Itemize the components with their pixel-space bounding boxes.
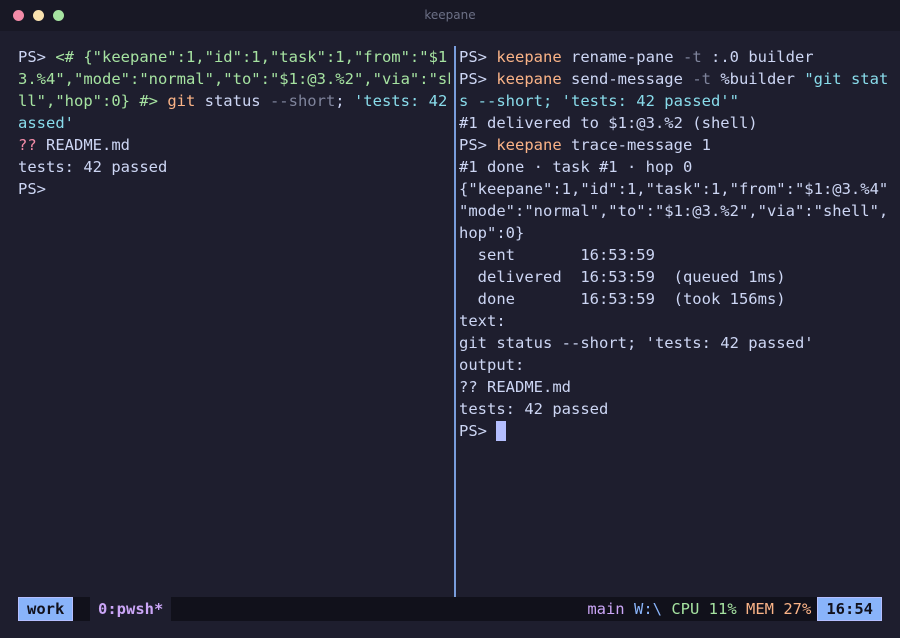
line-segment-flag: -t xyxy=(692,70,711,88)
terminal-line: 3.%4","mode":"normal","to":"$1:@3.%2","v… xyxy=(18,68,450,90)
line-segment-cmd: keepane xyxy=(496,136,562,154)
line-segment-text: done 16:53:59 (took 156ms) xyxy=(459,290,786,308)
terminal-line: s --short; 'tests: 42 passed'" xyxy=(459,90,889,112)
terminal-line: {"keepane":1,"id":1,"task":1,"from":"$1:… xyxy=(459,178,889,200)
terminal-line: PS> keepane trace-message 1 xyxy=(459,134,889,156)
cpu-usage: CPU 11% xyxy=(671,600,737,618)
line-segment-cmd: keepane xyxy=(496,70,562,88)
pane-divider[interactable] xyxy=(454,46,456,597)
terminal-line: hop":0} xyxy=(459,222,889,244)
line-segment-text: README.md xyxy=(36,136,130,154)
line-segment-text: text: xyxy=(459,312,506,330)
line-segment-prompt: PS> xyxy=(18,48,56,66)
line-segment-text: #1 delivered to $1:@3.%2 (shell) xyxy=(459,114,758,132)
status-right: main W:\ CPU 11% MEM 27% 16:54 xyxy=(587,597,882,621)
window-tab-active[interactable]: 0:pwsh* xyxy=(90,597,172,621)
line-segment-text: rename-pane xyxy=(561,48,683,66)
line-segment-prompt: PS> xyxy=(459,48,497,66)
left-terminal-pane[interactable]: PS> <# {"keepane":1,"id":1,"task":1,"fro… xyxy=(18,46,450,594)
line-segment-text2: ; xyxy=(335,92,354,110)
line-segment-str: assed' xyxy=(18,114,74,132)
line-segment-text: ?? README.md xyxy=(459,378,571,396)
line-segment-prompt: PS> xyxy=(459,136,497,154)
right-terminal-pane[interactable]: PS> keepane rename-pane -t :.0 builder PS… xyxy=(459,46,889,594)
terminal-line: #1 done · task #1 · hop 0 xyxy=(459,156,889,178)
clock: 16:54 xyxy=(817,597,882,621)
line-segment-text: trace-message 1 xyxy=(561,136,711,154)
terminal-line: ?? README.md xyxy=(18,134,450,156)
current-path: W:\ xyxy=(633,600,662,618)
title-bar: keepane xyxy=(0,0,900,31)
line-segment-text: status xyxy=(195,92,261,110)
line-segment-text: #1 done · task #1 · hop 0 xyxy=(459,158,693,176)
line-segment-text: hop":0} xyxy=(459,224,525,242)
terminal-line: delivered 16:53:59 (queued 1ms) xyxy=(459,266,889,288)
line-segment-text: output: xyxy=(459,356,525,374)
line-segment-flag: -t xyxy=(682,48,702,66)
line-segment-comment: 3.%4","mode":"normal","to":"$1:@3.%2","v… xyxy=(18,70,450,88)
terminal-line: PS> xyxy=(18,178,450,200)
git-branch: main xyxy=(587,600,625,618)
tmux-status-bar: work 0:pwsh* main W:\ CPU 11% MEM 27% 16:… xyxy=(18,597,882,621)
line-segment-cmd: keepane xyxy=(496,48,562,66)
terminal-line: PS> xyxy=(459,420,889,442)
line-segment-text: "mode":"normal","to":"$1:@3.%2","via":"s… xyxy=(459,202,889,220)
line-segment-text: send-message xyxy=(561,70,693,88)
line-segment-text: tests: 42 passed xyxy=(459,400,609,418)
line-segment-comment2: ll","hop":0} #> xyxy=(18,92,158,110)
terminal-line: PS> keepane send-message -t %builder "gi… xyxy=(459,68,889,90)
line-segment-text: {"keepane":1,"id":1,"task":1,"from":"$1:… xyxy=(459,180,889,198)
line-segment-prompt: PS> xyxy=(459,70,497,88)
terminal-line: tests: 42 passed xyxy=(18,156,450,178)
line-segment-text: sent 16:53:59 xyxy=(459,246,655,264)
line-segment-flag: --short xyxy=(260,92,336,110)
terminal-line: ?? README.md xyxy=(459,376,889,398)
line-segment-str: s --short; 'tests: 42 passed'" xyxy=(459,92,739,110)
terminal-line: "mode":"normal","to":"$1:@3.%2","via":"s… xyxy=(459,200,889,222)
line-segment-text2: :.0 builder xyxy=(701,48,814,66)
session-name[interactable]: work xyxy=(18,597,74,621)
line-segment-text2: %builder xyxy=(710,70,805,88)
terminal-line: output: xyxy=(459,354,889,376)
line-segment-text: git status --short; 'tests: 42 passed' xyxy=(459,334,814,352)
window-title: keepane xyxy=(424,8,476,22)
line-segment-comment: <# {"keepane":1,"id":1,"task":1,"from":"… xyxy=(55,48,450,66)
line-segment-prompt: PS> xyxy=(18,180,46,198)
line-segment-str: "git statu xyxy=(804,70,889,88)
terminal-line: done 16:53:59 (took 156ms) xyxy=(459,288,889,310)
line-segment-str: 'tests: 42 p xyxy=(353,92,448,110)
terminal-line: assed' xyxy=(18,112,450,134)
terminal-line: git status --short; 'tests: 42 passed' xyxy=(459,332,889,354)
terminal-line: tests: 42 passed xyxy=(459,398,889,420)
terminal-line: PS> keepane rename-pane -t :.0 builder xyxy=(459,46,889,68)
line-segment-text: delivered 16:53:59 (queued 1ms) xyxy=(459,268,786,286)
terminal-line: PS> <# {"keepane":1,"id":1,"task":1,"fro… xyxy=(18,46,450,68)
terminal-line: sent 16:53:59 xyxy=(459,244,889,266)
line-segment-prompt: PS> xyxy=(459,422,497,440)
memory-usage: MEM 27% xyxy=(746,600,812,618)
terminal-line: text: xyxy=(459,310,889,332)
terminal-line: #1 delivered to $1:@3.%2 (shell) xyxy=(459,112,889,134)
text-cursor xyxy=(496,420,507,441)
line-segment-cmd: git xyxy=(157,92,196,110)
terminal-line: ll","hop":0} #> git status --short; 'tes… xyxy=(18,90,450,112)
line-segment-text: tests: 42 passed xyxy=(18,158,168,176)
line-segment-untracked: ?? xyxy=(18,136,37,154)
